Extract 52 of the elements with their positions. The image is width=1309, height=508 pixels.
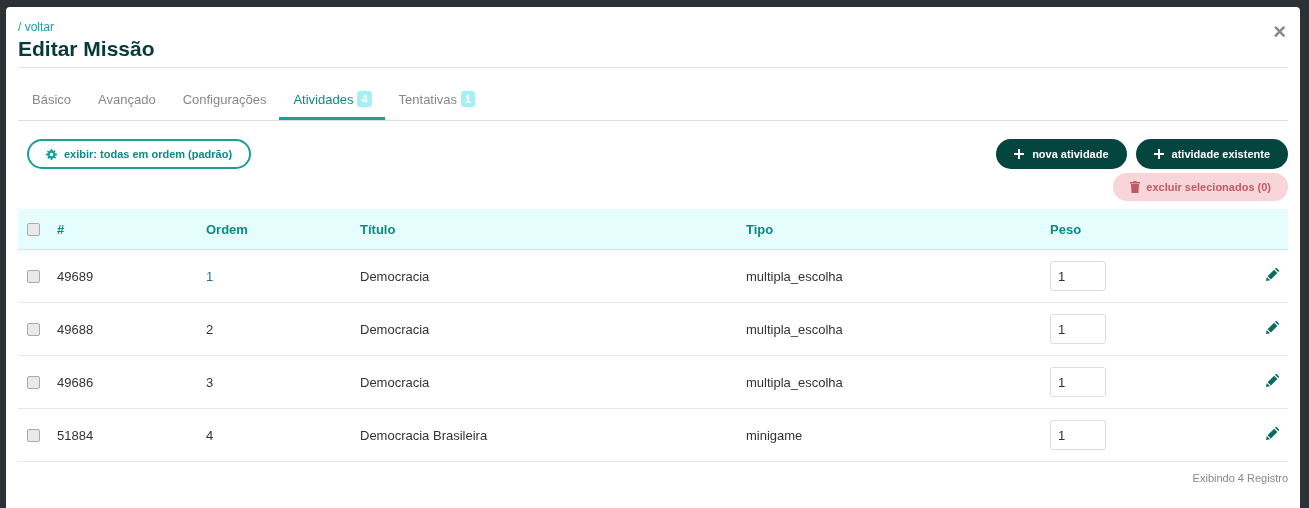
column-header[interactable]: Título [360, 221, 396, 237]
filter-button[interactable]: exibir: todas em ordem (padrão) [27, 139, 252, 169]
type-cell: multipla_escolha [746, 374, 843, 390]
type-cell: multipla_escolha [746, 268, 843, 284]
weight-field[interactable]: 1 [1050, 261, 1106, 291]
tab[interactable]: Tentativas 1 [384, 81, 489, 120]
row-checkbox[interactable] [27, 428, 40, 442]
weight-field[interactable]: 1 [1050, 420, 1106, 450]
plus-icon [1153, 149, 1164, 159]
tab[interactable]: Configurações [168, 81, 280, 120]
title-cell: Democracia [360, 268, 430, 284]
title-cell: Democracia [360, 374, 430, 390]
gear-icon [46, 148, 57, 160]
id-cell: 49686 [57, 374, 94, 390]
column-header[interactable]: Ordem [206, 221, 248, 237]
id-cell: 49689 [57, 268, 94, 284]
new-activity-button[interactable]: nova atividade [996, 139, 1127, 169]
back-link[interactable]: / voltar [18, 20, 54, 34]
existing-activity-button[interactable]: atividade existente [1135, 139, 1288, 169]
tab[interactable]: Avançado [84, 81, 169, 120]
order-cell: 2 [206, 321, 214, 337]
order-cell[interactable]: 1 [206, 268, 214, 284]
title-cell: Democracia Brasileira [360, 427, 488, 443]
close-button[interactable]: × [1273, 21, 1286, 43]
record-count: Exibindo 4 Registro [1192, 472, 1288, 484]
select-all-checkbox[interactable] [27, 222, 40, 236]
type-cell: multipla_escolha [746, 321, 843, 337]
column-header[interactable]: Tipo [746, 221, 774, 237]
pencil-icon[interactable] [1266, 321, 1279, 334]
column-header[interactable]: # [57, 221, 65, 237]
row-checkbox[interactable] [27, 322, 40, 336]
id-cell: 49688 [57, 321, 94, 337]
title-cell: Democracia [360, 321, 430, 337]
pencil-icon[interactable] [1266, 268, 1279, 281]
column-header[interactable]: Peso [1050, 221, 1082, 237]
id-cell: 51884 [57, 427, 94, 443]
pencil-icon[interactable] [1266, 374, 1279, 387]
order-cell: 4 [206, 427, 214, 443]
tab[interactable]: Básico [18, 81, 85, 120]
type-cell: minigame [746, 427, 803, 443]
row-checkbox[interactable] [27, 269, 40, 283]
weight-field[interactable]: 1 [1050, 367, 1106, 397]
trash-icon [1130, 181, 1141, 193]
tab[interactable]: Atividades 4 [279, 81, 385, 120]
order-cell: 3 [206, 374, 214, 390]
weight-field[interactable]: 1 [1050, 314, 1106, 344]
plus-icon [1014, 149, 1025, 159]
modal-title: Editar Missão [18, 37, 155, 61]
pencil-icon[interactable] [1266, 427, 1279, 440]
row-checkbox[interactable] [27, 375, 40, 389]
count-badge: 4 [357, 91, 372, 107]
count-badge: 1 [461, 91, 476, 107]
